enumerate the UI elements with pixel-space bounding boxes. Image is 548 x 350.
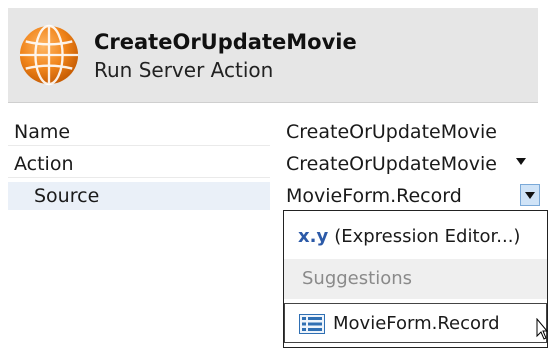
suggestions-dropdown: x.y (Expression Editor...) Suggestions Mo… — [283, 210, 548, 348]
property-label-action: Action — [8, 150, 270, 178]
property-label-source: Source — [8, 182, 270, 210]
action-header: CreateOrUpdateMovie Run Server Action — [8, 8, 538, 103]
expression-editor-option[interactable]: x.y (Expression Editor...) — [284, 217, 547, 257]
suggestions-header: Suggestions — [284, 259, 547, 299]
expression-editor-label: (Expression Editor...) — [334, 226, 521, 247]
globe-icon — [19, 24, 79, 86]
chevron-down-icon[interactable] — [516, 158, 526, 165]
record-icon — [299, 314, 325, 334]
name-field[interactable]: CreateOrUpdateMovie — [278, 118, 538, 146]
action-select-value: CreateOrUpdateMovie — [286, 153, 497, 175]
chevron-down-icon — [525, 192, 535, 199]
action-select[interactable]: CreateOrUpdateMovie — [278, 150, 538, 178]
action-subtitle: Run Server Action — [94, 58, 274, 82]
mouse-cursor-icon — [536, 318, 548, 340]
property-label-name: Name — [8, 118, 270, 146]
source-dropdown-button[interactable] — [520, 184, 540, 206]
action-title: CreateOrUpdateMovie — [94, 30, 357, 54]
suggestion-item[interactable]: MovieForm.Record — [284, 303, 547, 343]
property-row-action: Action CreateOrUpdateMovie — [8, 150, 538, 182]
property-row-name: Name CreateOrUpdateMovie — [8, 118, 538, 150]
source-input[interactable]: MovieForm.Record — [278, 182, 538, 210]
expression-icon: x.y — [298, 226, 329, 247]
suggestion-item-label: MovieForm.Record — [333, 313, 500, 334]
